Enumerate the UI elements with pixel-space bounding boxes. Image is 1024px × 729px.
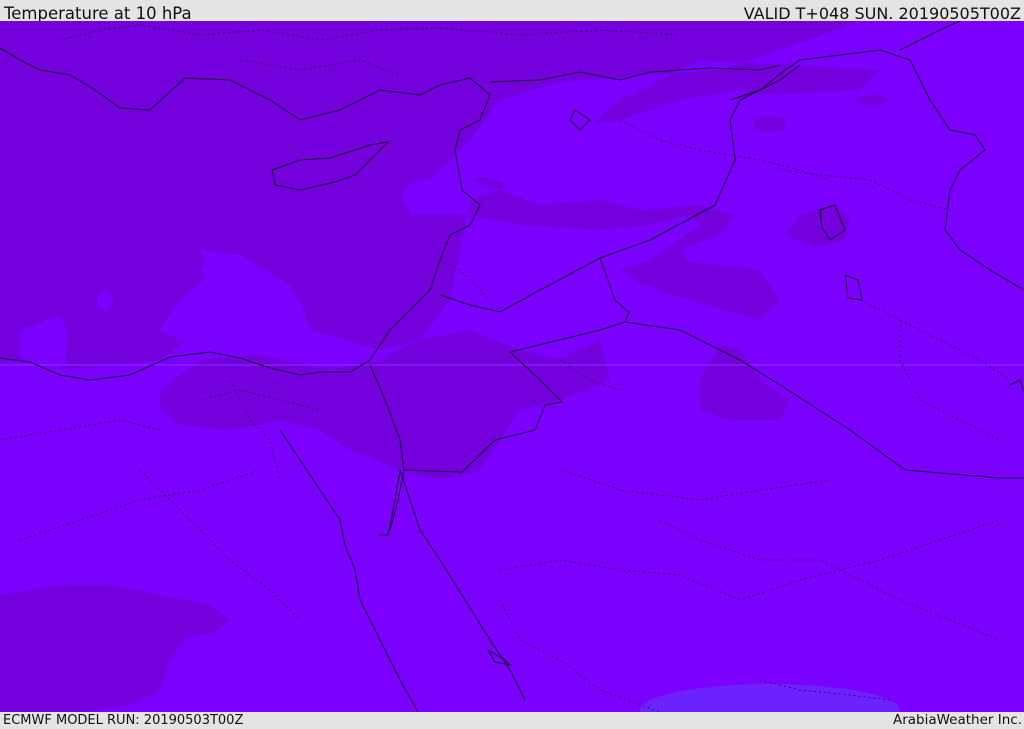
map-canvas xyxy=(0,21,1024,712)
cold-spot-caspian xyxy=(857,95,889,105)
cold-spot-turkey xyxy=(754,116,786,132)
temperature-map[interactable] xyxy=(0,21,1024,712)
light-spot-jordan xyxy=(623,285,667,325)
model-run: ECMWF MODEL RUN: 20190503T00Z xyxy=(3,713,244,728)
light-spot-cyprus xyxy=(402,179,458,215)
footer-bar: ECMWF MODEL RUN: 20190503T00Z ArabiaWeat… xyxy=(0,712,1024,729)
credit-label: ArabiaWeather Inc. xyxy=(892,712,1022,728)
light-spot-west xyxy=(97,290,113,310)
header-bar: Temperature at 10 hPa VALID T+048 SUN. 2… xyxy=(0,0,1024,23)
